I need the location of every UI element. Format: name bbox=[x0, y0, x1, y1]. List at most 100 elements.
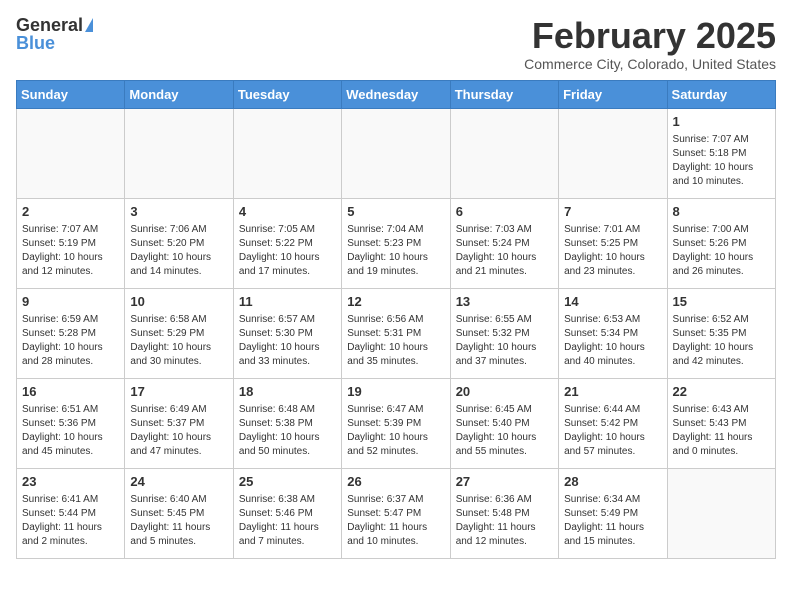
day-info: Sunrise: 7:05 AM Sunset: 5:22 PM Dayligh… bbox=[239, 224, 320, 277]
day-number: 1 bbox=[673, 113, 770, 131]
day-number: 15 bbox=[673, 293, 770, 311]
week-row-5: 23 Sunrise: 6:41 AM Sunset: 5:44 PM Dayli… bbox=[17, 468, 776, 558]
calendar-cell: 22Sunrise: 6:43 AM Sunset: 5:43 PM Dayli… bbox=[667, 378, 775, 468]
week-row-2: 2 Sunrise: 7:07 AM Sunset: 5:19 PM Daylig… bbox=[17, 198, 776, 288]
header: General Blue February 2025 Commerce City… bbox=[16, 16, 776, 72]
calendar-cell: 16 Sunrise: 6:51 AM Sunset: 5:36 PM Dayli… bbox=[17, 378, 125, 468]
day-number: 8 bbox=[673, 203, 770, 221]
week-row-4: 16 Sunrise: 6:51 AM Sunset: 5:36 PM Dayli… bbox=[17, 378, 776, 468]
weekday-header-sunday: Sunday bbox=[17, 80, 125, 108]
day-number: 16 bbox=[22, 383, 119, 401]
calendar-cell: 1 Sunrise: 7:07 AM Sunset: 5:18 PM Daylig… bbox=[667, 108, 775, 198]
calendar-cell: 5Sunrise: 7:04 AM Sunset: 5:23 PM Daylig… bbox=[342, 198, 450, 288]
day-number: 26 bbox=[347, 473, 444, 491]
calendar-cell: 6Sunrise: 7:03 AM Sunset: 5:24 PM Daylig… bbox=[450, 198, 558, 288]
day-number: 25 bbox=[239, 473, 336, 491]
day-number: 12 bbox=[347, 293, 444, 311]
day-number: 19 bbox=[347, 383, 444, 401]
calendar-cell: 8 Sunrise: 7:00 AM Sunset: 5:26 PM Daylig… bbox=[667, 198, 775, 288]
day-number: 10 bbox=[130, 293, 227, 311]
day-info: Sunrise: 6:38 AM Sunset: 5:46 PM Dayligh… bbox=[239, 494, 319, 547]
day-info: Sunrise: 7:03 AM Sunset: 5:24 PM Dayligh… bbox=[456, 224, 537, 277]
day-info: Sunrise: 7:06 AM Sunset: 5:20 PM Dayligh… bbox=[130, 224, 211, 277]
calendar-cell: 19 Sunrise: 6:47 AM Sunset: 5:39 PM Dayli… bbox=[342, 378, 450, 468]
day-info: Sunrise: 6:40 AM Sunset: 5:45 PM Dayligh… bbox=[130, 494, 210, 547]
day-info: Sunrise: 6:59 AM Sunset: 5:28 PM Dayligh… bbox=[22, 314, 103, 367]
calendar-cell: 7 Sunrise: 7:01 AM Sunset: 5:25 PM Daylig… bbox=[559, 198, 667, 288]
weekday-header-monday: Monday bbox=[125, 80, 233, 108]
calendar-cell: 2 Sunrise: 7:07 AM Sunset: 5:19 PM Daylig… bbox=[17, 198, 125, 288]
day-info: Sunrise: 6:34 AM Sunset: 5:49 PM Dayligh… bbox=[564, 494, 644, 547]
day-number: 23 bbox=[22, 473, 119, 491]
weekday-header-wednesday: Wednesday bbox=[342, 80, 450, 108]
calendar-cell bbox=[342, 108, 450, 198]
day-number: 7 bbox=[564, 203, 661, 221]
week-row-3: 9 Sunrise: 6:59 AM Sunset: 5:28 PM Daylig… bbox=[17, 288, 776, 378]
day-info: Sunrise: 6:49 AM Sunset: 5:37 PM Dayligh… bbox=[130, 404, 211, 457]
day-info: Sunrise: 6:37 AM Sunset: 5:47 PM Dayligh… bbox=[347, 494, 427, 547]
location-subtitle: Commerce City, Colorado, United States bbox=[524, 56, 776, 72]
calendar-cell bbox=[125, 108, 233, 198]
calendar-cell: 24 Sunrise: 6:40 AM Sunset: 5:45 PM Dayli… bbox=[125, 468, 233, 558]
title-area: February 2025 Commerce City, Colorado, U… bbox=[524, 16, 776, 72]
weekday-header-friday: Friday bbox=[559, 80, 667, 108]
day-info: Sunrise: 6:47 AM Sunset: 5:39 PM Dayligh… bbox=[347, 404, 428, 457]
day-number: 18 bbox=[239, 383, 336, 401]
calendar-cell: 28Sunrise: 6:34 AM Sunset: 5:49 PM Dayli… bbox=[559, 468, 667, 558]
day-number: 17 bbox=[130, 383, 227, 401]
day-number: 13 bbox=[456, 293, 553, 311]
day-info: Sunrise: 7:07 AM Sunset: 5:18 PM Dayligh… bbox=[673, 134, 754, 187]
day-info: Sunrise: 6:41 AM Sunset: 5:44 PM Dayligh… bbox=[22, 494, 102, 547]
weekday-header-saturday: Saturday bbox=[667, 80, 775, 108]
day-info: Sunrise: 6:51 AM Sunset: 5:36 PM Dayligh… bbox=[22, 404, 103, 457]
day-info: Sunrise: 7:01 AM Sunset: 5:25 PM Dayligh… bbox=[564, 224, 645, 277]
calendar-cell: 12 Sunrise: 6:56 AM Sunset: 5:31 PM Dayli… bbox=[342, 288, 450, 378]
calendar-cell: 20Sunrise: 6:45 AM Sunset: 5:40 PM Dayli… bbox=[450, 378, 558, 468]
day-number: 11 bbox=[239, 293, 336, 311]
day-number: 9 bbox=[22, 293, 119, 311]
calendar-cell: 13 Sunrise: 6:55 AM Sunset: 5:32 PM Dayli… bbox=[450, 288, 558, 378]
calendar-cell: 27 Sunrise: 6:36 AM Sunset: 5:48 PM Dayli… bbox=[450, 468, 558, 558]
calendar-cell: 23 Sunrise: 6:41 AM Sunset: 5:44 PM Dayli… bbox=[17, 468, 125, 558]
logo-blue-text: Blue bbox=[16, 34, 55, 52]
day-number: 20 bbox=[456, 383, 553, 401]
day-number: 24 bbox=[130, 473, 227, 491]
day-number: 21 bbox=[564, 383, 661, 401]
day-info: Sunrise: 7:00 AM Sunset: 5:26 PM Dayligh… bbox=[673, 224, 754, 277]
calendar-cell: 3 Sunrise: 7:06 AM Sunset: 5:20 PM Daylig… bbox=[125, 198, 233, 288]
week-row-1: 1 Sunrise: 7:07 AM Sunset: 5:18 PM Daylig… bbox=[17, 108, 776, 198]
calendar-cell: 18Sunrise: 6:48 AM Sunset: 5:38 PM Dayli… bbox=[233, 378, 341, 468]
day-info: Sunrise: 6:57 AM Sunset: 5:30 PM Dayligh… bbox=[239, 314, 320, 367]
day-number: 5 bbox=[347, 203, 444, 221]
day-info: Sunrise: 6:58 AM Sunset: 5:29 PM Dayligh… bbox=[130, 314, 211, 367]
calendar-cell: 15Sunrise: 6:52 AM Sunset: 5:35 PM Dayli… bbox=[667, 288, 775, 378]
calendar-cell: 10 Sunrise: 6:58 AM Sunset: 5:29 PM Dayli… bbox=[125, 288, 233, 378]
day-number: 4 bbox=[239, 203, 336, 221]
calendar-cell: 11 Sunrise: 6:57 AM Sunset: 5:30 PM Dayli… bbox=[233, 288, 341, 378]
calendar-cell: 14 Sunrise: 6:53 AM Sunset: 5:34 PM Dayli… bbox=[559, 288, 667, 378]
day-number: 3 bbox=[130, 203, 227, 221]
weekday-header-tuesday: Tuesday bbox=[233, 80, 341, 108]
day-number: 14 bbox=[564, 293, 661, 311]
logo: General Blue bbox=[16, 16, 93, 52]
calendar-cell bbox=[17, 108, 125, 198]
day-info: Sunrise: 6:53 AM Sunset: 5:34 PM Dayligh… bbox=[564, 314, 645, 367]
calendar-cell bbox=[450, 108, 558, 198]
day-info: Sunrise: 6:56 AM Sunset: 5:31 PM Dayligh… bbox=[347, 314, 428, 367]
calendar-cell bbox=[667, 468, 775, 558]
calendar-cell: 26 Sunrise: 6:37 AM Sunset: 5:47 PM Dayli… bbox=[342, 468, 450, 558]
day-number: 27 bbox=[456, 473, 553, 491]
weekday-header-thursday: Thursday bbox=[450, 80, 558, 108]
weekday-header-row: SundayMondayTuesdayWednesdayThursdayFrid… bbox=[17, 80, 776, 108]
calendar-cell: 4 Sunrise: 7:05 AM Sunset: 5:22 PM Daylig… bbox=[233, 198, 341, 288]
logo-icon bbox=[85, 18, 93, 32]
calendar-cell: 9 Sunrise: 6:59 AM Sunset: 5:28 PM Daylig… bbox=[17, 288, 125, 378]
logo-general-text: General bbox=[16, 16, 83, 34]
day-info: Sunrise: 7:07 AM Sunset: 5:19 PM Dayligh… bbox=[22, 224, 103, 277]
day-number: 2 bbox=[22, 203, 119, 221]
day-info: Sunrise: 6:43 AM Sunset: 5:43 PM Dayligh… bbox=[673, 404, 753, 457]
day-info: Sunrise: 6:36 AM Sunset: 5:48 PM Dayligh… bbox=[456, 494, 536, 547]
calendar-cell bbox=[233, 108, 341, 198]
calendar-cell: 25 Sunrise: 6:38 AM Sunset: 5:46 PM Dayli… bbox=[233, 468, 341, 558]
day-info: Sunrise: 6:55 AM Sunset: 5:32 PM Dayligh… bbox=[456, 314, 537, 367]
